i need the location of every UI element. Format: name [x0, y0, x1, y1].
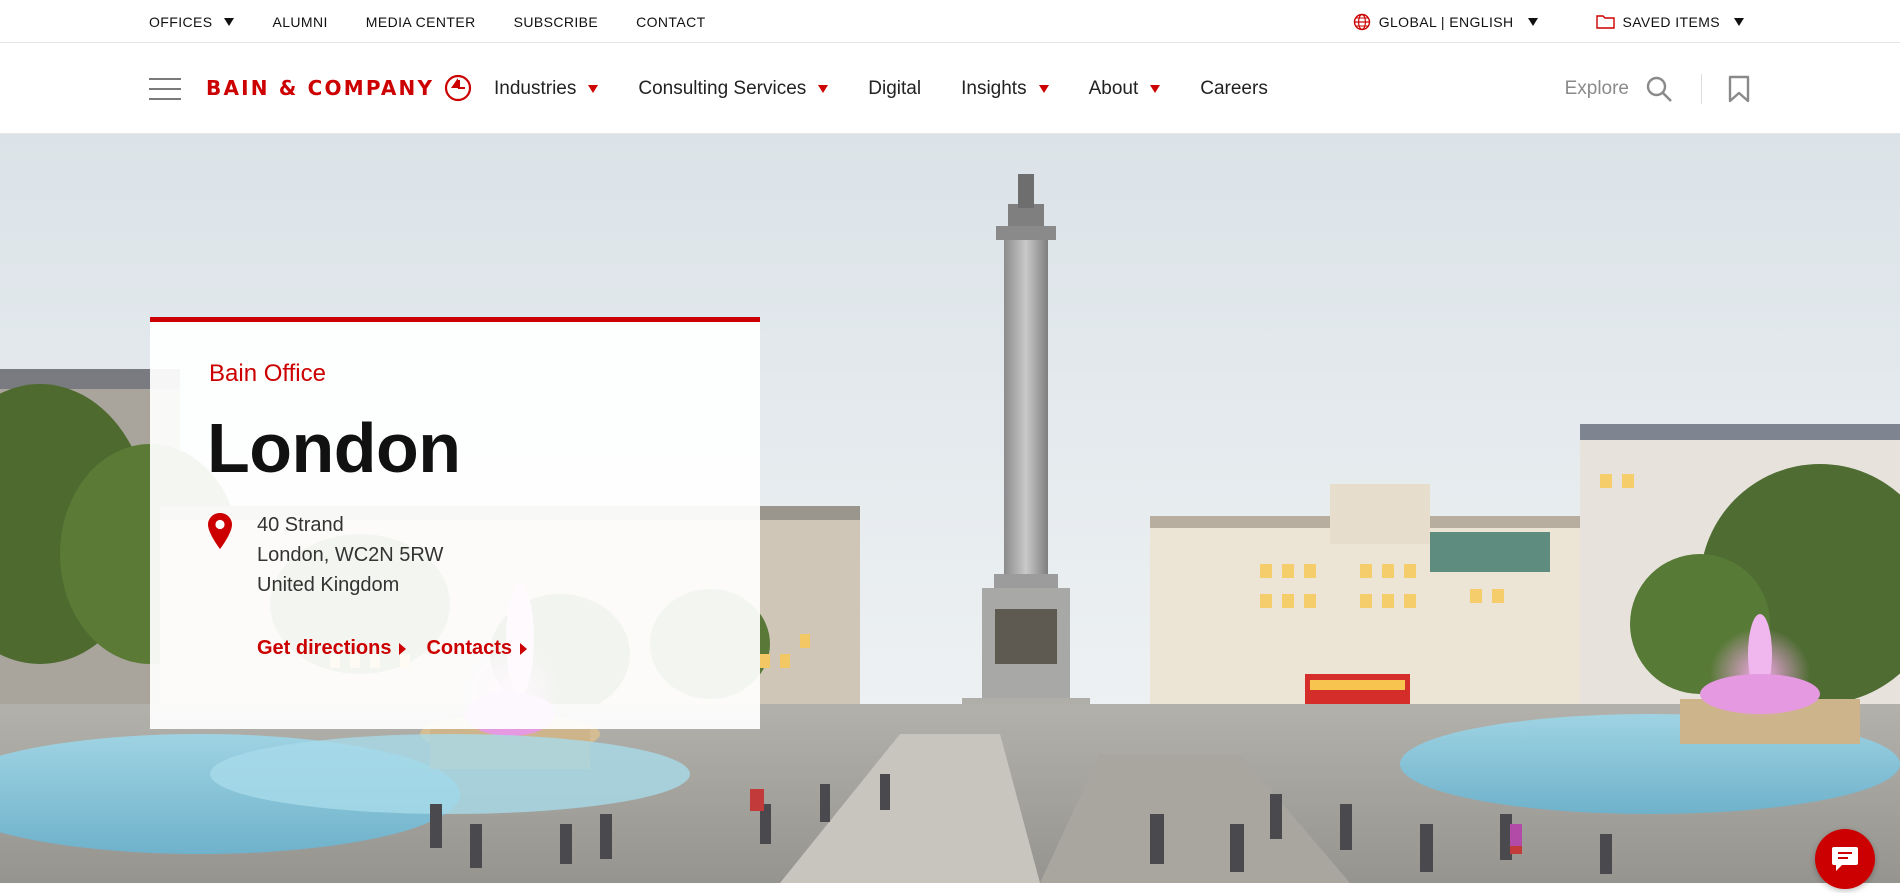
caret-down-icon — [588, 85, 599, 93]
address-line: United Kingdom — [257, 574, 400, 596]
nav-item-label: Consulting Services — [638, 78, 807, 99]
offices-label: OFFICES — [149, 13, 213, 30]
utility-bar: OFFICES ALUMNI MEDIA CENTER SUBSCRIBE CO… — [0, 0, 1900, 43]
nav-item-label: Insights — [961, 78, 1027, 99]
nav-careers[interactable]: Careers — [1200, 78, 1268, 100]
caret-down-icon — [1150, 85, 1161, 93]
nav-item-label: Digital — [868, 78, 922, 99]
caret-down-icon — [1734, 17, 1744, 26]
caret-right-icon — [520, 642, 528, 655]
contact-link[interactable]: CONTACT — [636, 14, 705, 30]
caret-right-icon — [399, 642, 407, 655]
location-pin-icon — [208, 513, 232, 549]
nav-about[interactable]: About — [1089, 78, 1161, 100]
address-line: 40 Strand — [257, 514, 344, 536]
explore-search-trigger[interactable]: Explore — [1565, 78, 1629, 100]
utility-right: GLOBAL | ENGLISH SAVED ITEMS — [1353, 0, 1744, 43]
office-label: Bain Office — [209, 360, 326, 387]
logo-text: BAIN & COMPANY — [206, 76, 435, 100]
folder-icon — [1595, 15, 1615, 29]
nav-item-label: About — [1088, 78, 1139, 99]
page-title: London — [207, 409, 461, 487]
bain-logo[interactable]: BAIN & COMPANY — [206, 74, 472, 102]
bain-logo-mark-icon — [445, 74, 472, 102]
chat-button[interactable] — [1815, 829, 1875, 889]
office-address: 40 Strand London, WC2N 5RW United Kingdo… — [257, 510, 443, 600]
utility-links: OFFICES ALUMNI MEDIA CENTER SUBSCRIBE CO… — [149, 0, 706, 43]
chat-icon — [1832, 847, 1858, 871]
language-selector[interactable]: GLOBAL | ENGLISH — [1353, 13, 1538, 31]
globe-icon — [1353, 13, 1370, 30]
nav-divider — [1701, 74, 1702, 104]
caret-down-icon — [1038, 85, 1049, 93]
get-directions-label: Get directions — [257, 637, 392, 659]
nav-right-tools: Explore — [1565, 44, 1750, 134]
address-line: London, WC2N 5RW — [257, 544, 444, 566]
get-directions-link[interactable]: Get directions — [257, 637, 407, 660]
nav-item-label: Industries — [494, 78, 577, 99]
alumni-link[interactable]: ALUMNI — [272, 14, 327, 30]
hamburger-menu-icon[interactable] — [149, 78, 181, 100]
nav-digital[interactable]: Digital — [868, 78, 921, 100]
caret-down-icon — [1527, 17, 1538, 26]
nav-consulting-services[interactable]: Consulting Services — [638, 78, 829, 100]
nav-insights[interactable]: Insights — [961, 78, 1049, 100]
language-label: GLOBAL | ENGLISH — [1378, 13, 1514, 30]
saved-items-label: SAVED ITEMS — [1622, 13, 1720, 30]
nav-item-label: Careers — [1200, 78, 1268, 99]
hero-banner: Bain Office London 40 Strand London, WC2… — [0, 134, 1900, 883]
nav-industries[interactable]: Industries — [494, 78, 599, 100]
office-links: Get directions Contacts — [257, 637, 528, 660]
search-icon[interactable] — [1645, 75, 1673, 103]
main-nav: BAIN & COMPANY Industries Consulting Ser… — [0, 44, 1900, 134]
office-card: Bain Office London 40 Strand London, WC2… — [150, 317, 760, 729]
media-center-link[interactable]: MEDIA CENTER — [366, 14, 476, 30]
bookmark-icon[interactable] — [1728, 75, 1750, 103]
primary-nav-items: Industries Consulting Services Digital I… — [494, 44, 1268, 134]
saved-items-dropdown[interactable]: SAVED ITEMS — [1595, 13, 1744, 30]
contacts-label: Contacts — [426, 637, 513, 659]
subscribe-link[interactable]: SUBSCRIBE — [514, 14, 599, 30]
contacts-link[interactable]: Contacts — [426, 637, 528, 660]
caret-down-icon — [818, 85, 829, 93]
offices-dropdown[interactable]: OFFICES — [149, 13, 235, 30]
caret-down-icon — [224, 17, 235, 26]
